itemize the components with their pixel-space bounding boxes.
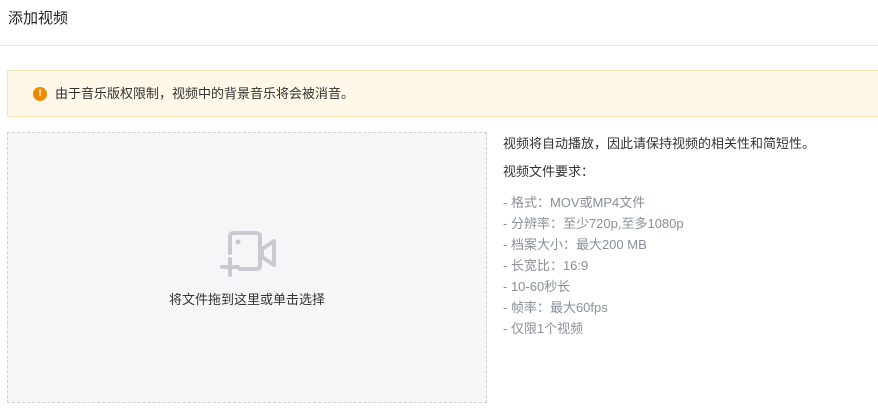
warning-info-icon: ! xyxy=(33,87,47,101)
video-requirements: 视频将自动播放，因此请保持视频的相关性和简短性。 视频文件要求： - 格式：MO… xyxy=(503,134,873,355)
page-title: 添加视频 xyxy=(8,10,69,27)
dropzone-label: 将文件拖到这里或单击选择 xyxy=(168,292,325,307)
copyright-notice-banner: ! 由于音乐版权限制，视频中的背景音乐将会被消音。 xyxy=(7,70,878,117)
add-video-camera-icon xyxy=(220,231,276,277)
video-upload-dropzone[interactable]: 将文件拖到这里或单击选择 xyxy=(7,132,487,403)
requirement-frame-rate: - 帧率：最大60fps xyxy=(503,300,608,315)
notice-text: 由于音乐版权限制，视频中的背景音乐将会被消音。 xyxy=(55,86,355,101)
requirement-aspect-ratio: - 长宽比：16:9 xyxy=(503,258,589,273)
page-header: 添加视频 xyxy=(0,0,878,46)
requirement-duration: - 10-60秒长 xyxy=(503,279,571,294)
requirement-file-size: - 档案大小：最大200 MB xyxy=(503,237,647,252)
requirements-intro: 视频将自动播放，因此请保持视频的相关性和简短性。 xyxy=(503,136,816,151)
requirement-video-count: - 仅限1个视频 xyxy=(503,321,584,336)
requirements-heading: 视频文件要求： xyxy=(503,164,595,179)
requirement-format: - 格式：MOV或MP4文件 xyxy=(503,195,646,210)
add-video-page: 添加视频 ! 由于音乐版权限制，视频中的背景音乐将会被消音。 将文件拖到这里或单… xyxy=(0,0,878,408)
requirement-resolution: - 分辨率：至少720p,至多1080p xyxy=(503,216,684,231)
requirements-list: - 格式：MOV或MP4文件 - 分辨率：至少720p,至多1080p - 档案… xyxy=(503,192,873,339)
